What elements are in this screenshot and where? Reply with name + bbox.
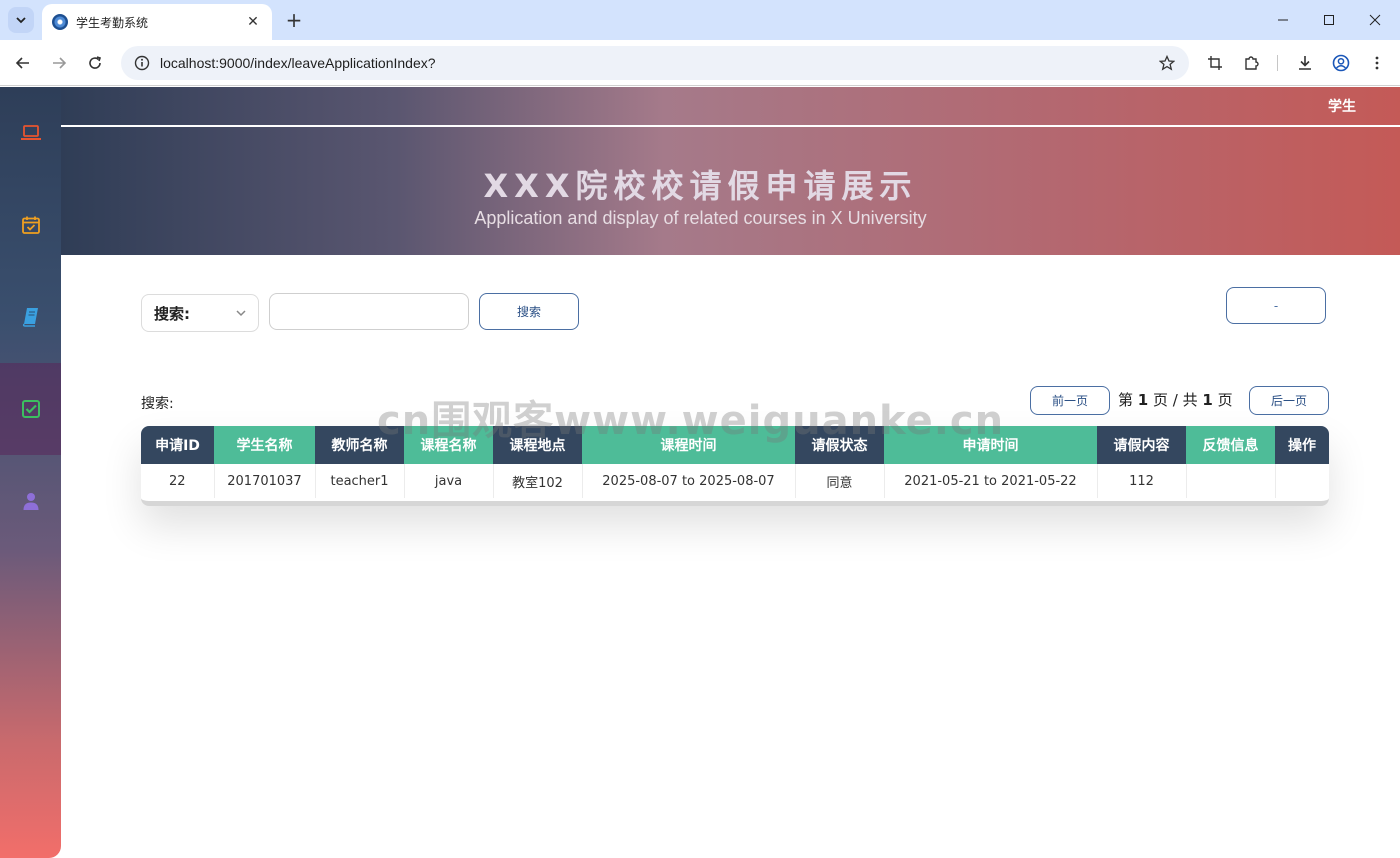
leave-table: 申请ID 学生名称 教师名称 课程名称 课程地点 课程时间 请假状态 申请时间 … (141, 426, 1329, 506)
reload-icon (89, 56, 102, 69)
sidebar-item-books[interactable] (0, 271, 61, 363)
reload-button[interactable] (81, 49, 109, 77)
page-subtitle: Application and display of related cours… (474, 208, 927, 228)
minimize-icon (1278, 19, 1288, 21)
check-square-icon (21, 400, 40, 418)
table-cell: teacher1 (315, 464, 405, 498)
calendar-check-icon (21, 216, 40, 234)
crop-icon[interactable] (1201, 49, 1229, 77)
address-bar[interactable]: localhost:9000/index/leaveApplicationInd… (121, 46, 1189, 80)
table-header-row: 申请ID 学生名称 教师名称 课程名称 课程地点 课程时间 请假状态 申请时间 … (141, 426, 1329, 464)
chevron-down-icon (16, 17, 26, 24)
column-header: 课程时间 (582, 426, 795, 464)
sidebar-item-attendance[interactable] (0, 179, 61, 271)
profile-icon[interactable] (1327, 49, 1355, 77)
current-page: 1 (1137, 391, 1149, 409)
table-cell: 22 (141, 464, 215, 498)
tab-search-button[interactable] (8, 7, 34, 33)
close-icon (1369, 14, 1381, 26)
sidebar-item-leave[interactable] (0, 363, 61, 455)
action-button[interactable]: - (1226, 287, 1326, 324)
sidebar-item-course[interactable] (0, 87, 61, 179)
user-role-label[interactable]: 学生 (1328, 96, 1356, 116)
table-cell: 112 (1097, 464, 1187, 498)
banner-divider (61, 125, 1400, 127)
table-cell (1275, 464, 1329, 498)
browser-tab[interactable]: 学生考勤系统 ✕ (42, 4, 272, 40)
total-pages: 1 (1202, 391, 1213, 409)
next-page-button[interactable]: 后一页 (1249, 386, 1329, 415)
column-header: 请假状态 (795, 426, 884, 464)
more-menu-icon[interactable] (1363, 49, 1391, 77)
table-cell (1186, 464, 1276, 498)
user-icon (23, 493, 38, 510)
extensions-icon[interactable] (1237, 49, 1265, 77)
download-icon[interactable] (1291, 49, 1319, 77)
new-tab-button[interactable]: + (282, 8, 306, 32)
laptop-icon (20, 125, 41, 140)
table-cell: 2021-05-21 to 2021-05-22 (884, 464, 1098, 498)
column-header: 课程名称 (404, 426, 493, 464)
table-cell: 同意 (795, 464, 885, 498)
column-header: 申请ID (141, 426, 214, 464)
column-header: 学生名称 (214, 426, 315, 464)
prev-page-button[interactable]: 前一页 (1030, 386, 1110, 415)
page-banner: 学生 XXX院校校请假申请展示 Application and display … (61, 87, 1400, 255)
sidebar (0, 87, 61, 858)
table-cell: 教室102 (493, 464, 583, 498)
window-minimize-button[interactable] (1260, 0, 1306, 40)
maximize-icon (1324, 15, 1334, 25)
browser-tabstrip: 学生考勤系统 ✕ + (0, 0, 1400, 40)
sidebar-item-profile[interactable] (0, 455, 61, 547)
browser-toolbar: localhost:9000/index/leaveApplicationInd… (0, 40, 1400, 86)
search-label: 搜索: (141, 396, 174, 412)
arrow-left-icon (15, 57, 29, 69)
column-header: 课程地点 (493, 426, 582, 464)
column-header: 操作 (1275, 426, 1329, 464)
search-field-select[interactable]: 搜索: (141, 294, 259, 332)
table-row[interactable]: 22 201701037 teacher1 java 教室102 2025-08… (141, 464, 1329, 498)
page-suffix: 页 (1217, 391, 1233, 409)
search-select-value: 搜索: (154, 304, 190, 323)
url-text: localhost:9000/index/leaveApplicationInd… (160, 55, 436, 71)
table-cell: 2025-08-07 to 2025-08-07 (582, 464, 796, 498)
window-close-button[interactable] (1352, 0, 1398, 40)
site-info-icon[interactable] (133, 54, 151, 72)
bookmark-star-icon[interactable] (1153, 49, 1181, 77)
search-button[interactable]: 搜索 (479, 293, 579, 330)
column-header: 请假内容 (1097, 426, 1186, 464)
book-icon (22, 308, 38, 327)
column-header: 反馈信息 (1186, 426, 1275, 464)
toolbar-separator (1277, 55, 1278, 71)
forward-button[interactable] (45, 49, 73, 77)
table-cell: 201701037 (214, 464, 316, 498)
tab-close-icon[interactable]: ✕ (244, 13, 262, 31)
back-button[interactable] (9, 49, 37, 77)
chevron-down-icon (236, 310, 246, 317)
page-prefix: 第 (1118, 391, 1134, 409)
column-header: 教师名称 (315, 426, 404, 464)
app-root: 学生 XXX院校校请假申请展示 Application and display … (0, 87, 1400, 858)
window-maximize-button[interactable] (1306, 0, 1352, 40)
page-indicator: 第 1 页 / 共 1 页 (1118, 389, 1233, 410)
page-mid: 页 / 共 (1153, 391, 1198, 409)
table-cell: java (404, 464, 494, 498)
site-favicon-icon (52, 14, 68, 30)
page-title: XXX院校校请假申请展示 (483, 167, 918, 205)
column-header: 申请时间 (884, 426, 1097, 464)
arrow-right-icon (53, 57, 67, 69)
tab-title: 学生考勤系统 (76, 15, 149, 30)
search-input[interactable] (269, 293, 469, 330)
